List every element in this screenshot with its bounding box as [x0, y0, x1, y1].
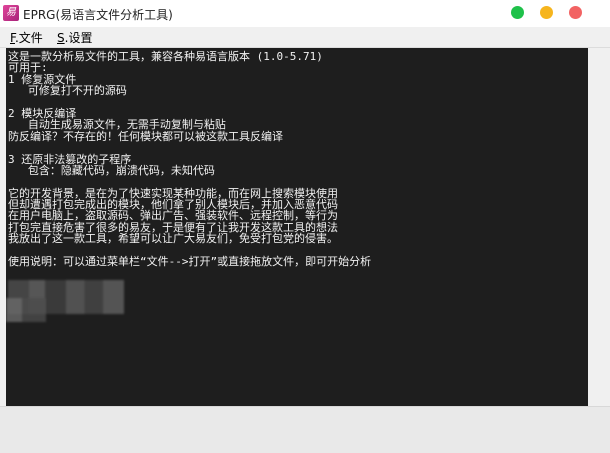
console-line: 防反编译？不存在的！任何模块都可以被这款工具反编译 [8, 129, 283, 143]
menu-settings-key: S [57, 31, 65, 45]
console-line: 这是一款分析易文件的工具，兼容各种易语言版本 (1.0-5.71) [8, 50, 323, 63]
menu-file[interactable]: F.文件 [10, 29, 43, 46]
title-bar: 易 EPRG(易语言文件分析工具) [0, 0, 610, 27]
minimize-button[interactable] [511, 6, 524, 19]
menu-file-label: .文件 [14, 31, 43, 45]
console-output[interactable]: 这是一款分析易文件的工具，兼容各种易语言版本 (1.0-5.71) 可用于: 1 修… [6, 48, 588, 406]
redacted-area-2 [6, 298, 46, 322]
maximize-button[interactable] [540, 6, 553, 19]
app-logo-icon: 易 [3, 5, 19, 21]
status-bar [0, 406, 610, 453]
console-line: 使用说明：可以通过菜单栏“文件-->打开”或直接拖放文件，即可开始分析 [8, 255, 372, 269]
console-text: 这是一款分析易文件的工具，兼容各种易语言版本 (1.0-5.71) 可用于: 1 修… [8, 50, 372, 269]
menu-settings-label: .设置 [64, 31, 93, 45]
console-line: 我放出了这一款工具，希望可以让广大易友们，免受打包党的侵害。 [8, 232, 338, 246]
menu-bar: F.文件 S.设置 [0, 27, 610, 48]
menu-settings[interactable]: S.设置 [57, 29, 92, 46]
console-line: 可修复打不开的源码 [8, 84, 127, 98]
window-title: EPRG(易语言文件分析工具) [23, 8, 173, 22]
close-button[interactable] [569, 6, 582, 19]
scrollbar[interactable] [588, 48, 606, 406]
console-line: 包含：隐藏代码，崩溃代码，未知代码 [8, 163, 215, 177]
